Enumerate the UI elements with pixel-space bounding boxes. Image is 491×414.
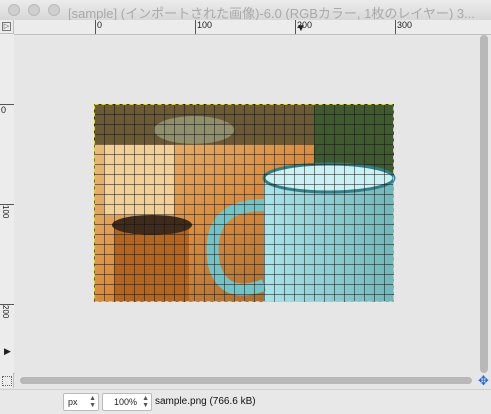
quick-mask-icon [2, 376, 12, 386]
photo-image [94, 104, 396, 302]
ruler-tick [195, 20, 196, 34]
spinner-arrows-icon[interactable]: ▲ ▼ [89, 395, 96, 409]
zoom-value: 100% [113, 397, 137, 407]
horizontal-scroll-thumb[interactable] [20, 377, 472, 384]
canvas-area[interactable] [14, 35, 477, 373]
spinner-arrows-icon[interactable]: ▲ ▼ [142, 395, 149, 409]
ruler-tick [95, 20, 96, 34]
navigate-move-icon[interactable]: ✥ [476, 373, 491, 388]
ruler-label-300: 300 [397, 20, 413, 30]
ruler-label-100: 100 [197, 20, 213, 30]
zoom-window-button[interactable] [48, 4, 60, 16]
close-window-button[interactable] [8, 4, 20, 16]
minimize-window-button[interactable] [28, 4, 40, 16]
ruler-tick [395, 20, 396, 34]
pointer-position-marker: ▼ [296, 23, 306, 34]
quick-mask-toggle[interactable] [0, 373, 14, 388]
window-titlebar: [sample] (インポートされた画像)-6.0 (RGBカラー, 1枚のレイ… [0, 0, 491, 21]
horizontal-scrollbar[interactable] [14, 373, 477, 388]
horizontal-ruler[interactable]: 0 100 200 300 ▼ [14, 20, 491, 35]
image-info-label: sample.png (766.6 kB) [155, 396, 256, 407]
status-bar: px ▲ ▼ 100% ▲ ▼ sample.png (766.6 kB) [0, 389, 491, 414]
vertical-pointer-marker: ▶ [4, 346, 11, 356]
ruler-label-0: 0 [1, 105, 7, 115]
unit-value: px [68, 397, 78, 407]
menu-arrow-icon[interactable]: ▷ [2, 22, 11, 31]
vertical-scroll-thumb[interactable] [480, 35, 488, 373]
ruler-label-100: 100 [1, 205, 10, 219]
image-canvas[interactable] [14, 35, 477, 373]
vertical-ruler[interactable]: 0 100 200 ▶ [0, 34, 15, 374]
ruler-label-0: 0 [97, 20, 103, 30]
zoom-select[interactable]: 100% ▲ ▼ [102, 393, 152, 411]
ruler-label-200: 200 [1, 305, 10, 319]
ruler-corner[interactable]: ▷ [0, 20, 14, 34]
unit-select[interactable]: px ▲ ▼ [63, 393, 99, 411]
vertical-scrollbar[interactable] [478, 35, 491, 373]
